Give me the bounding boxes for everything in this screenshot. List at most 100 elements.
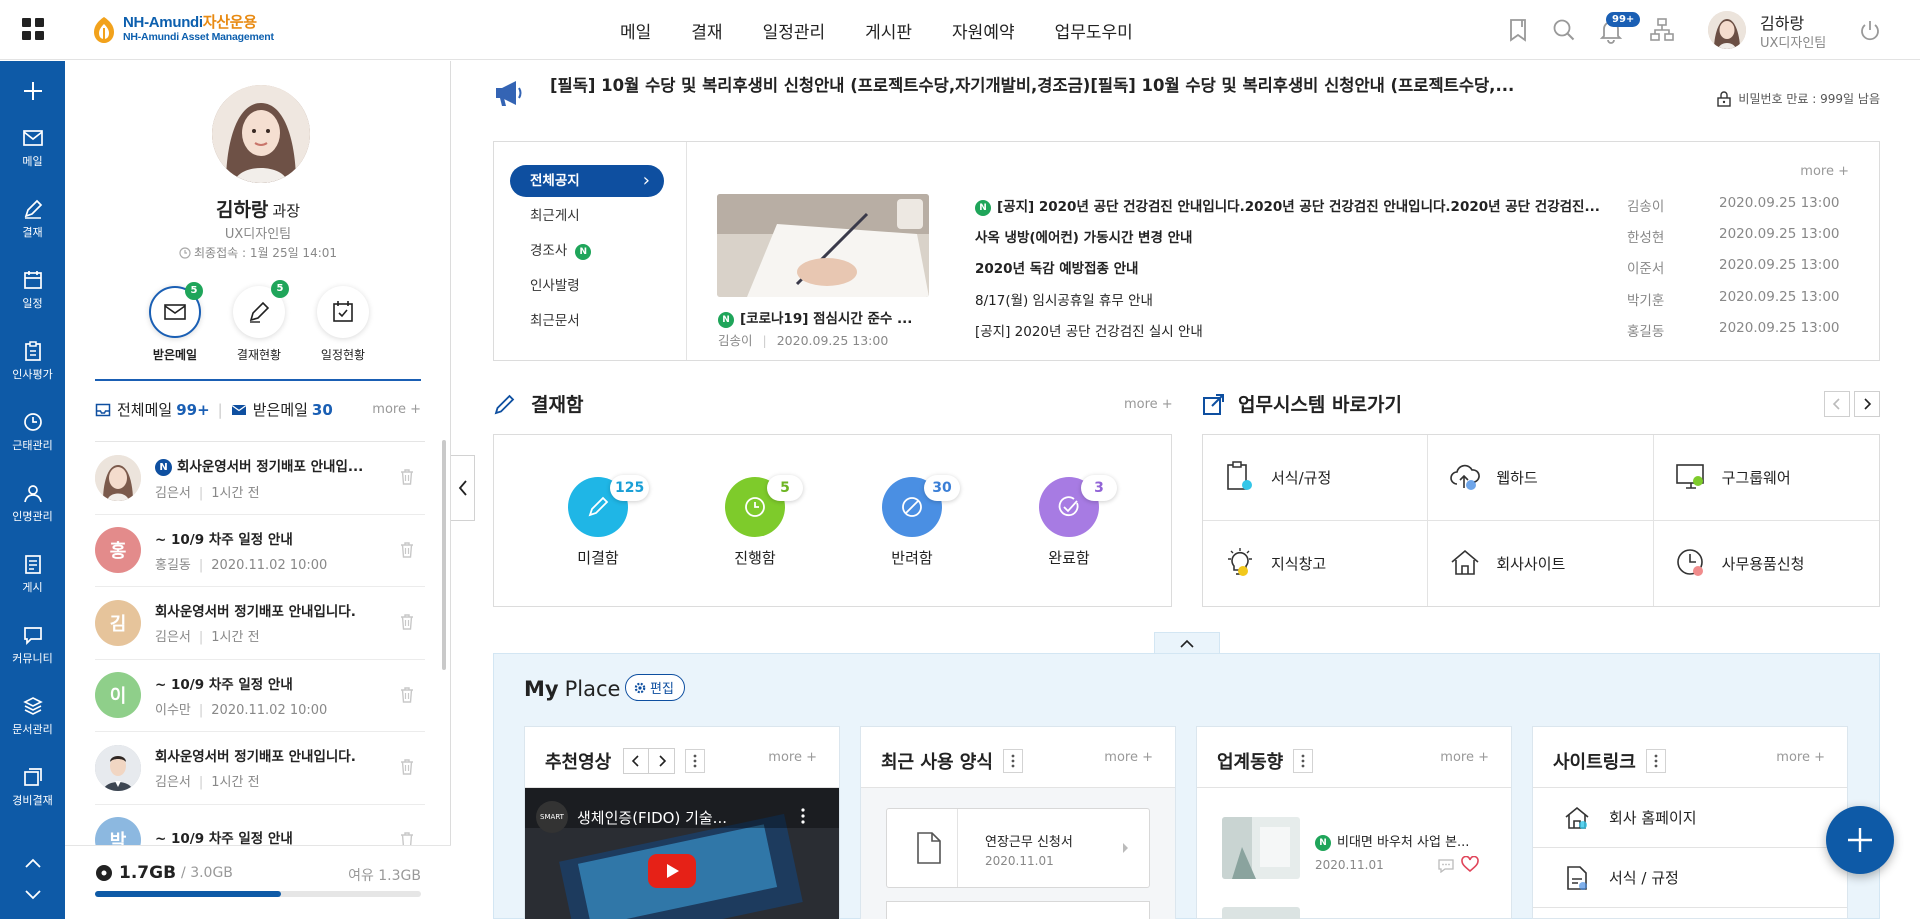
- nav-approval[interactable]: 결재: [671, 18, 742, 43]
- approval-completed[interactable]: 3 완료함: [1034, 475, 1117, 568]
- kebab-menu-icon[interactable]: [685, 749, 706, 773]
- mail-more-link[interactable]: more +: [372, 402, 421, 417]
- card-more-link[interactable]: more +: [1776, 750, 1825, 765]
- list-item[interactable]: 이 ~ 10/9 차주 일정 안내 이수만 | 2020.11.02 10:00: [95, 660, 425, 732]
- bookmark-icon[interactable]: [1504, 16, 1532, 44]
- trash-icon[interactable]: [399, 613, 415, 631]
- approval-in-progress[interactable]: 5 진행함: [720, 475, 803, 568]
- app-grid-icon[interactable]: [22, 18, 44, 40]
- rail-scroll-up[interactable]: [0, 855, 65, 875]
- all-mail-tab[interactable]: 전체메일 99+: [95, 399, 210, 420]
- approval-pending[interactable]: 125 미결함: [563, 475, 650, 568]
- power-icon[interactable]: [1856, 16, 1884, 44]
- tab-recent-docs[interactable]: 최근문서: [510, 305, 664, 337]
- shortcut-knowledge[interactable]: 지식창고: [1203, 520, 1429, 606]
- trash-icon[interactable]: [399, 541, 415, 559]
- quick-approval-button[interactable]: 5 결재현황: [219, 280, 299, 363]
- floating-add-button[interactable]: [1826, 806, 1894, 874]
- video-player[interactable]: SMART 생체인증(FIDO) 기술...: [525, 788, 839, 919]
- user-name[interactable]: 김하랑: [1760, 10, 1804, 34]
- site-link-forms[interactable]: 서식 / 규정: [1533, 848, 1847, 908]
- new-item-button[interactable]: [0, 80, 65, 106]
- trash-icon[interactable]: [399, 468, 415, 486]
- rail-item-approval[interactable]: 결재: [0, 198, 65, 240]
- form-item[interactable]: [886, 901, 1150, 919]
- card-more-link[interactable]: more +: [1440, 750, 1489, 765]
- card-more-link[interactable]: more +: [1104, 750, 1153, 765]
- table-row[interactable]: 8/17(월) 임시공휴일 휴무 안내 박기훈 2020.09.25 13:00: [975, 289, 1845, 311]
- myplace-edit-button[interactable]: 편집: [625, 674, 685, 701]
- shortcut-webhard[interactable]: 웹하드: [1428, 435, 1654, 521]
- next-button[interactable]: [649, 748, 676, 774]
- list-item[interactable]: 김 회사운영서버 정기배포 안내입니다. 김은서 | 1시간 전: [95, 587, 425, 660]
- tab-events[interactable]: 경조사 N: [510, 235, 664, 267]
- featured-title[interactable]: N [코로나19] 점심시간 준수 ...: [718, 307, 938, 328]
- quick-schedule-button[interactable]: 일정현황: [303, 286, 383, 363]
- list-item[interactable]: 홍 ~ 10/9 차주 일정 안내 홍길동 | 2020.11.02 10:00: [95, 515, 425, 587]
- form-item[interactable]: 연장근무 신청서 2020.11.01: [886, 808, 1150, 888]
- notice-text[interactable]: [필독] 10월 수당 및 복리후생비 신청안내 (프로젝트수당,자기개발비,경…: [550, 72, 1650, 96]
- prev-button[interactable]: [1824, 391, 1850, 417]
- news-thumbnail[interactable]: [1222, 907, 1300, 919]
- quick-inbox-button[interactable]: 5 받은메일: [135, 282, 215, 363]
- news-thumbnail[interactable]: [1222, 817, 1300, 879]
- card-more-link[interactable]: more +: [768, 750, 817, 765]
- rail-label: 경비결재: [12, 794, 53, 807]
- shortcut-company-site[interactable]: 회사사이트: [1428, 520, 1654, 606]
- rail-item-expense[interactable]: 경비결재: [0, 766, 65, 808]
- rail-item-mail[interactable]: 메일: [0, 127, 65, 169]
- kebab-menu-icon[interactable]: [1645, 749, 1666, 773]
- kebab-menu-icon[interactable]: [1293, 749, 1314, 773]
- tab-recent-posts[interactable]: 최근게시: [510, 200, 664, 232]
- nav-helper[interactable]: 업무도우미: [1035, 18, 1153, 43]
- approval-more-link[interactable]: more +: [1124, 397, 1173, 412]
- chat-icon: [23, 627, 42, 646]
- rail-scroll-down[interactable]: [0, 887, 65, 907]
- table-row[interactable]: 사옥 냉방(에어컨) 가동시간 변경 안내 한성현 2020.09.25 13:00: [975, 226, 1845, 248]
- nav-mail[interactable]: 메일: [600, 18, 671, 43]
- list-item[interactable]: N 회사운영서버 정기배포 안내입... 김은서 | 1시간 전: [95, 442, 425, 515]
- heart-icon[interactable]: [1461, 856, 1479, 873]
- org-chart-icon[interactable]: [1648, 16, 1676, 44]
- prev-button[interactable]: [623, 748, 650, 774]
- shortcut-office-supplies[interactable]: 사무용품신청: [1654, 521, 1879, 607]
- rail-item-schedule[interactable]: 일정: [0, 269, 65, 311]
- video-menu-icon[interactable]: [801, 808, 805, 824]
- rail-item-people[interactable]: 인명관리: [0, 482, 65, 524]
- nav-board[interactable]: 게시판: [845, 18, 932, 43]
- approval-rejected[interactable]: 30 반려함: [877, 475, 960, 568]
- nav-resource[interactable]: 자원예약: [932, 18, 1035, 43]
- site-link-home[interactable]: 회사 홈페이지: [1533, 788, 1847, 848]
- avatar[interactable]: [1708, 11, 1746, 49]
- comment-icon[interactable]: [1437, 857, 1455, 873]
- nav-schedule[interactable]: 일정관리: [743, 18, 846, 43]
- rail-item-attendance[interactable]: 근태관리: [0, 411, 65, 453]
- next-button[interactable]: [1854, 391, 1880, 417]
- table-row[interactable]: [공지] 2020년 공단 건강검진 실시 안내 홍길동 2020.09.25 13…: [975, 320, 1845, 342]
- featured-thumbnail[interactable]: [717, 194, 929, 297]
- company-logo[interactable]: NH-Amundi자산운용 NH-Amundi Asset Management: [91, 13, 274, 47]
- tab-personnel[interactable]: 인사발령: [510, 270, 664, 302]
- rail-item-documents[interactable]: 문서관리: [0, 695, 65, 737]
- approval-label: 완료함: [1048, 549, 1090, 567]
- myplace-toggle[interactable]: [1154, 632, 1220, 654]
- mail-list-scrollbar[interactable]: [442, 440, 446, 670]
- shortcut-forms[interactable]: 서식/규정: [1203, 435, 1429, 521]
- rail-item-evaluation[interactable]: 인사평가: [0, 340, 65, 382]
- shortcut-old-groupware[interactable]: 구그룹웨어: [1653, 435, 1879, 521]
- table-row[interactable]: 2020년 독감 예방접종 안내 이준서 2020.09.25 13:00: [975, 257, 1845, 279]
- play-button-icon[interactable]: [648, 854, 696, 888]
- tab-all-notices[interactable]: 전체공지: [510, 165, 664, 197]
- news-title[interactable]: N 비대면 바우처 사업 본...: [1315, 831, 1469, 851]
- table-row[interactable]: N [공지] 2020년 공단 건강검진 안내입니다.2020년 공단 건강검진 …: [975, 195, 1845, 217]
- rail-item-board[interactable]: 게시: [0, 553, 65, 595]
- rail-item-community[interactable]: 커뮤니티: [0, 624, 65, 666]
- table-row[interactable]: [976, 161, 1846, 183]
- kebab-menu-icon[interactable]: [1002, 749, 1023, 773]
- list-item[interactable]: 회사운영서버 정기배포 안내입니다. 김은서 | 1시간 전: [95, 732, 425, 805]
- trash-icon[interactable]: [399, 686, 415, 704]
- search-icon[interactable]: [1550, 16, 1578, 44]
- inbox-tab[interactable]: 받은메일 30: [231, 399, 333, 420]
- collapse-panel-button[interactable]: [451, 455, 475, 521]
- trash-icon[interactable]: [399, 758, 415, 776]
